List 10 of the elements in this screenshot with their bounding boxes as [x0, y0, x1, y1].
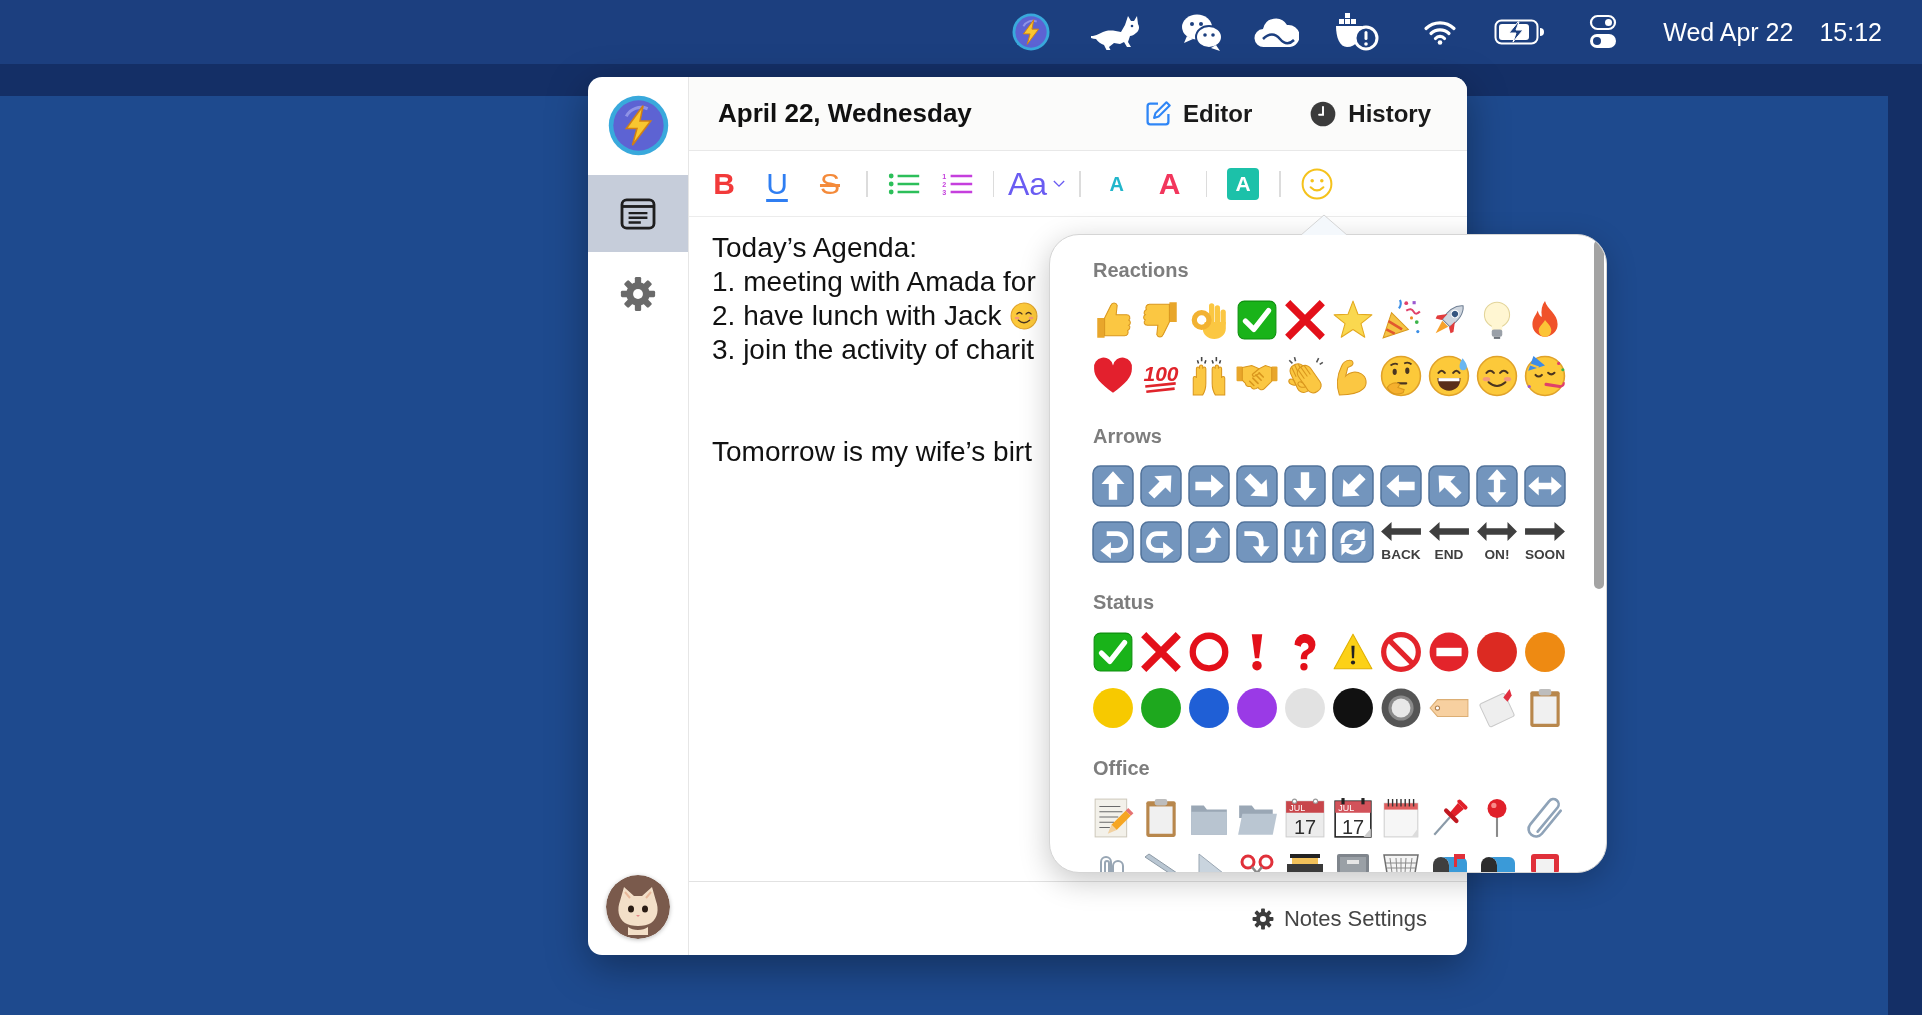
note-line: 2. have lunch with Jack [712, 299, 1002, 333]
section-title: Status [1093, 590, 1155, 614]
section-title: Reactions [1093, 258, 1189, 282]
note-line: 3. join the activity of charit [712, 333, 1035, 367]
note-line: 1. meeting with Amada for [712, 265, 1036, 299]
section-title: Office [1093, 756, 1150, 780]
section-title: Arrows [1093, 424, 1162, 448]
note-line: Today’s Agenda: [712, 231, 917, 265]
note-line: Tomorrow is my wife’s birt [712, 435, 1032, 469]
date-title: April 22, Wednesday [718, 98, 972, 129]
